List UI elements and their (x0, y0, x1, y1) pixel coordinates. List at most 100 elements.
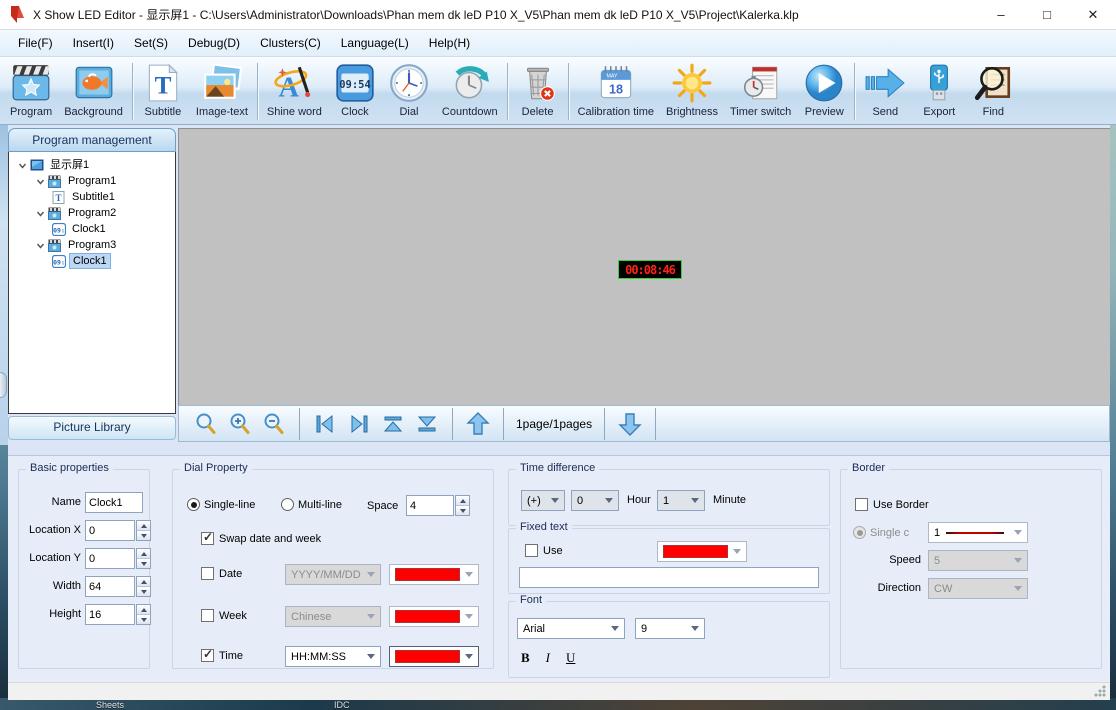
tree-item-subtitle1[interactable]: T Subtitle1 (9, 189, 175, 205)
display-canvas[interactable]: 00:08:46 (178, 128, 1110, 405)
toolbar-button-timer-switch[interactable]: Timer switch (724, 59, 797, 124)
spinner-down-icon[interactable] (137, 559, 150, 568)
menu-file[interactable]: File(F) (8, 32, 63, 54)
chevron-down-icon[interactable] (33, 209, 47, 218)
previous-page-arrow-button[interactable] (463, 409, 493, 439)
border-style-dropdown[interactable]: 1 (928, 522, 1028, 543)
zoom-in-button[interactable] (225, 409, 255, 439)
chevron-down-icon[interactable] (15, 161, 29, 170)
toolbar-button-dial[interactable]: Dial (382, 59, 436, 124)
toolbar-button-program[interactable]: Program (4, 59, 58, 124)
border-direction-dropdown[interactable]: CW (928, 578, 1028, 599)
chevron-down-icon[interactable] (33, 241, 47, 250)
week-checkbox[interactable] (201, 609, 214, 622)
toolbar-button-send[interactable]: Send (858, 59, 912, 124)
bold-button[interactable]: B (521, 650, 530, 666)
single-color-radio[interactable] (853, 526, 866, 539)
tree-item-label[interactable]: Clock1 (69, 222, 109, 236)
toolbar-button-export[interactable]: Export (912, 59, 966, 124)
zoom-out-button[interactable] (259, 409, 289, 439)
date-format-dropdown[interactable]: YYYY/MM/DD (285, 564, 381, 585)
location-y-input[interactable] (85, 548, 135, 569)
font-family-dropdown[interactable]: Arial (517, 618, 625, 639)
next-page-arrow-button[interactable] (615, 409, 645, 439)
tree-item-screen[interactable]: 显示屏1 (9, 157, 175, 173)
menu-help[interactable]: Help(H) (419, 32, 480, 54)
menu-language[interactable]: Language(L) (331, 32, 419, 54)
spinner-down-icon[interactable] (137, 615, 150, 624)
led-clock-preview[interactable]: 00:08:46 (618, 260, 682, 279)
spinner-up-icon[interactable] (137, 605, 150, 615)
tree-item-label[interactable]: Subtitle1 (69, 190, 118, 204)
spinner-up-icon[interactable] (137, 521, 150, 531)
tree-item-label[interactable]: Program1 (65, 174, 119, 188)
tree-item-clock1-program2[interactable]: 09: Clock1 (9, 221, 175, 237)
tree-item-label-selected[interactable]: Clock1 (69, 253, 111, 269)
menu-debug[interactable]: Debug(D) (178, 32, 250, 54)
height-spinner[interactable] (136, 604, 151, 625)
splitter-collapse-handle[interactable] (0, 372, 7, 398)
tree-item-program3[interactable]: Program3 (9, 237, 175, 253)
toolbar-button-clock[interactable]: 09:54 Clock (328, 59, 382, 124)
fixed-text-color-dropdown[interactable] (657, 541, 747, 562)
time-format-dropdown[interactable]: HH:MM:SS (285, 646, 381, 667)
height-input[interactable] (85, 604, 135, 625)
use-border-checkbox[interactable] (855, 498, 868, 511)
time-color-dropdown[interactable] (389, 646, 479, 667)
to-top-button[interactable] (378, 409, 408, 439)
width-spinner[interactable] (136, 576, 151, 597)
toolbar-button-preview[interactable]: Preview (797, 59, 851, 124)
location-x-spinner[interactable] (136, 520, 151, 541)
fixed-text-use-checkbox[interactable] (525, 544, 538, 557)
date-color-dropdown[interactable] (389, 564, 479, 585)
date-checkbox[interactable] (201, 567, 214, 580)
tree-item-program1[interactable]: Program1 (9, 173, 175, 189)
toolbar-button-subtitle[interactable]: T Subtitle (136, 59, 190, 124)
toolbar-button-countdown[interactable]: Countdown (436, 59, 504, 124)
tree-item-label[interactable]: Program3 (65, 238, 119, 252)
width-input[interactable] (85, 576, 135, 597)
border-speed-dropdown[interactable]: 5 (928, 550, 1028, 571)
location-y-spinner[interactable] (136, 548, 151, 569)
spinner-down-icon[interactable] (137, 531, 150, 540)
toolbar-button-find[interactable]: Find (966, 59, 1020, 124)
time-checkbox[interactable] (201, 649, 214, 662)
italic-button[interactable]: I (546, 650, 550, 666)
picture-library-button[interactable]: Picture Library (8, 416, 176, 440)
sign-dropdown[interactable]: (+) (521, 490, 565, 511)
zoom-reset-button[interactable] (191, 409, 221, 439)
tree-item-program2[interactable]: Program2 (9, 205, 175, 221)
space-input[interactable] (406, 495, 454, 516)
minute-dropdown[interactable]: 1 (657, 490, 705, 511)
font-size-dropdown[interactable]: 9 (635, 618, 705, 639)
toolbar-button-delete[interactable]: Delete (511, 59, 565, 124)
menu-set[interactable]: Set(S) (124, 32, 178, 54)
maximize-icon[interactable]: □ (1024, 0, 1070, 30)
fixed-text-input[interactable] (519, 567, 819, 588)
multi-line-radio[interactable] (281, 498, 294, 511)
spinner-down-icon[interactable] (456, 506, 469, 515)
tree-item-clock1-program3[interactable]: 09: Clock1 (9, 253, 175, 269)
hour-dropdown[interactable]: 0 (571, 490, 619, 511)
name-input[interactable] (85, 492, 143, 513)
single-line-radio[interactable] (187, 498, 200, 511)
toolbar-button-background[interactable]: Background (58, 59, 129, 124)
spinner-up-icon[interactable] (456, 496, 469, 506)
toolbar-button-brightness[interactable]: Brightness (660, 59, 724, 124)
space-spinner[interactable] (455, 495, 470, 516)
chevron-down-icon[interactable] (33, 177, 47, 186)
close-icon[interactable]: ✕ (1070, 0, 1116, 30)
spinner-down-icon[interactable] (137, 587, 150, 596)
first-page-button[interactable] (310, 409, 340, 439)
resize-grip[interactable] (1094, 685, 1106, 697)
menu-insert[interactable]: Insert(I) (63, 32, 124, 54)
toolbar-button-image-text[interactable]: Image-text (190, 59, 254, 124)
location-x-input[interactable] (85, 520, 135, 541)
tree-item-label[interactable]: Program2 (65, 206, 119, 220)
last-page-button[interactable] (344, 409, 374, 439)
to-bottom-button[interactable] (412, 409, 442, 439)
week-format-dropdown[interactable]: Chinese (285, 606, 381, 627)
minimize-icon[interactable]: – (978, 0, 1024, 30)
tree-item-label[interactable]: 显示屏1 (47, 158, 92, 172)
toolbar-button-shine-word[interactable]: A Shine word (261, 59, 328, 124)
